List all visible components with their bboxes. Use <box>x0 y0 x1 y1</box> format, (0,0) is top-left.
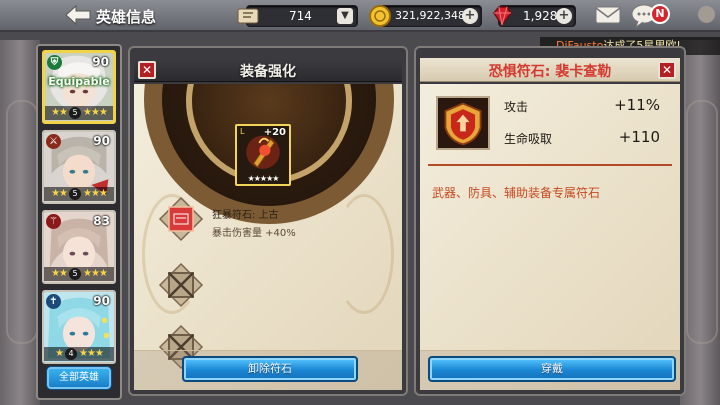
stat-value: +110 <box>618 128 660 146</box>
rune-description: 武器、防具、辅助装备专属符石 <box>432 186 601 200</box>
shield-icon: ⛨ <box>47 55 62 70</box>
item-enhance-level: +20 <box>263 127 286 138</box>
rune-panel-title: 恐惧符石: 裴卡查勒 <box>488 64 612 80</box>
stat-value: +11% <box>614 96 660 114</box>
add-ruby-button[interactable]: + <box>556 8 572 24</box>
ruby-icon <box>493 6 512 27</box>
rune-panel-header: 恐惧符石: 裴卡查勒 ✕ <box>420 58 680 82</box>
ticket-icon <box>237 8 259 24</box>
stat-label: 攻击 <box>504 100 529 114</box>
hero-level: 90 <box>93 134 110 148</box>
enhance-parchment: L +20 ★★★★★ 狂暴符石: 上古 暴击伤害量 +40% 卸除符石 <box>134 84 402 390</box>
close-rune-button[interactable]: ✕ <box>658 61 676 79</box>
equipable-label: Equipable <box>48 75 110 88</box>
left-ornament <box>0 40 40 405</box>
star-count: 5 <box>69 268 82 280</box>
staff-icon: ⚚ <box>46 214 61 229</box>
star-count: 5 <box>69 107 82 119</box>
rune-effect: 暴击伤害量 +40% <box>212 228 296 239</box>
equipment-item-slot[interactable]: L +20 ★★★★★ <box>235 124 291 186</box>
all-heroes-button[interactable]: 全部英雄 <box>46 366 112 390</box>
rune-name: 狂暴符石: 上古 <box>212 210 279 221</box>
rune-slot-filled[interactable] <box>158 196 204 242</box>
hero-list: ⛨ 90 Equipable ★★ 5 ★★★ ⚔ 90 ★★ 5 ★★★ ⚚ 83 ★… <box>36 44 122 400</box>
rune-detail-panel: 恐惧符石: 裴卡查勒 ✕ 攻击 +11% 生命吸取 +110 武器、防具、辅助装… <box>414 46 686 396</box>
stat-label: 生命吸取 <box>504 132 553 146</box>
divider <box>428 164 672 166</box>
stamina-dropdown-button[interactable]: ▼ <box>337 8 353 24</box>
equip-rune-button[interactable]: 穿戴 <box>428 356 676 382</box>
empty-rune-slot-icon[interactable] <box>158 262 204 308</box>
hero-card[interactable]: ⚔ 90 ★★ 5 ★★★ <box>42 130 116 204</box>
star-count: 5 <box>69 188 82 200</box>
hero-card[interactable]: ⛨ 90 Equipable ★★ 5 ★★★ <box>42 50 116 124</box>
filigree-right <box>334 194 394 314</box>
page-title: 英雄信息 <box>96 8 157 26</box>
hero-level: 90 <box>93 294 110 308</box>
sword-icon: ⚔ <box>46 134 61 149</box>
hero-stars: ★★ 5 ★★★ <box>45 106 113 120</box>
hero-stars: ★ 4 ★★★ <box>44 347 114 361</box>
back-arrow-icon[interactable] <box>64 4 92 26</box>
item-stars: ★★★★★ <box>247 174 280 183</box>
stamina-box: 714 ▼ <box>237 5 358 27</box>
enhance-panel-header: ✕ 装备强化 <box>134 58 402 82</box>
stamina-value: 714 <box>289 9 312 23</box>
hero-card[interactable]: ⚚ 83 ★★ 5 ★★★ <box>42 210 116 284</box>
notification-badge: N <box>650 4 670 24</box>
ruby-value: 1,928 <box>523 9 558 23</box>
gold-value: 321,922,348 <box>395 9 465 22</box>
hero-card[interactable]: ✝ 90 ★ 4 ★★★ <box>42 290 116 364</box>
right-ornament <box>680 40 720 405</box>
add-gold-button[interactable]: + <box>462 8 478 24</box>
star-count: 4 <box>65 348 78 360</box>
gold-box: 321,922,348 + <box>369 5 482 27</box>
item-grade: L <box>240 127 245 136</box>
rune-parchment: 攻击 +11% 生命吸取 +110 武器、防具、辅助装备专属符石 穿戴 <box>420 84 680 390</box>
hero-stars: ★★ 5 ★★★ <box>44 267 114 281</box>
gold-coin-icon <box>369 5 391 27</box>
mail-icon[interactable] <box>594 4 622 26</box>
priest-icon: ✝ <box>46 294 61 309</box>
corner-flourish <box>675 0 720 36</box>
hero-level: 83 <box>93 214 110 228</box>
rune-emblem-icon <box>436 96 490 150</box>
equipment-enhance-panel: ✕ 装备强化 L +20 ★★★★★ 狂暴符石: 上古 暴击伤害量 +40% 卸… <box>128 46 408 396</box>
enhance-panel-title: 装备强化 <box>240 64 296 80</box>
hero-level: 90 <box>92 55 109 69</box>
hero-stars: ★★ 5 ★★★ <box>44 187 114 201</box>
top-bar: 英雄信息 714 ▼ 321,922,348 + 1,928 + N <box>0 0 720 36</box>
remove-rune-button[interactable]: 卸除符石 <box>182 356 358 382</box>
ruby-box: 1,928 + <box>493 5 576 27</box>
